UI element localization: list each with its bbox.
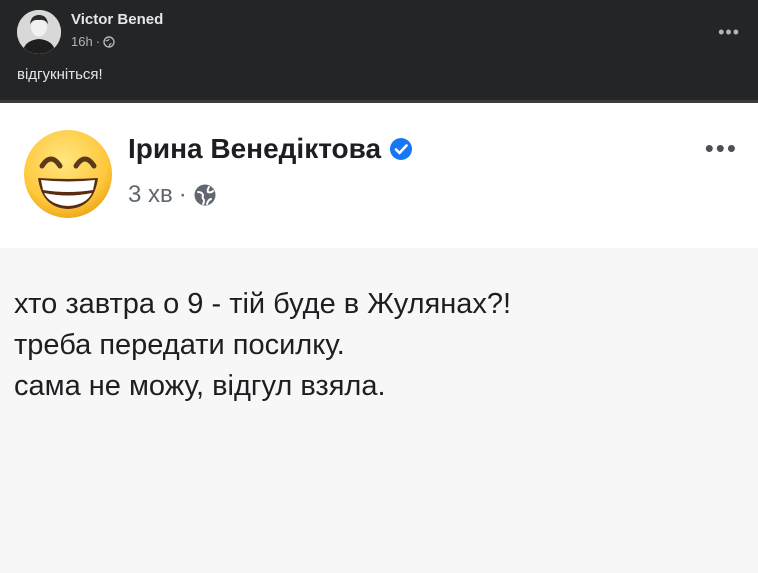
author-name[interactable]: Victor Bened [71, 11, 163, 28]
screenshot-options-icon: ••• [704, 133, 738, 163]
author-avatar[interactable] [17, 10, 61, 54]
facebook-post: Victor Bened 16h · ••• відгукніться! Іри… [0, 0, 758, 573]
meta-separator: · [95, 34, 101, 49]
globe-icon [194, 184, 216, 206]
grinning-emoji-icon [24, 130, 112, 218]
screenshot-post-text: хто завтра о 9 - тій буде в Жулянах?! тр… [14, 284, 511, 407]
screenshot-meta-separator: · [178, 181, 187, 208]
post-text: відгукніться! [17, 66, 103, 83]
text-line: сама не можу, відгул взяла. [14, 370, 386, 402]
screenshot-meta: 3 хв · [128, 181, 217, 209]
screenshot-header: Ірина Венедіктова 3 хв · ••• [0, 103, 758, 248]
post-options-button[interactable]: ••• [718, 22, 740, 43]
post-header: Victor Bened 16h · ••• відгукніться! [0, 0, 758, 100]
text-line: хто завтра о 9 - тій буде в Жулянах?! [14, 288, 512, 320]
text-line: треба передати посилку. [14, 329, 345, 361]
screenshot-image[interactable]: Ірина Венедіктова 3 хв · ••• хто завтра … [0, 103, 758, 573]
post-meta: 16h · [71, 34, 115, 49]
screenshot-time: 3 хв [128, 181, 173, 208]
verified-badge-icon [390, 138, 413, 160]
globe-icon [103, 35, 115, 48]
avatar-photo [17, 10, 61, 54]
screenshot-body: хто завтра о 9 - тій буде в Жулянах?! тр… [0, 248, 758, 573]
post-time[interactable]: 16h [71, 34, 93, 49]
screenshot-author-name: Ірина Венедіктова [128, 133, 382, 164]
screenshot-author: Ірина Венедіктова [128, 133, 413, 165]
